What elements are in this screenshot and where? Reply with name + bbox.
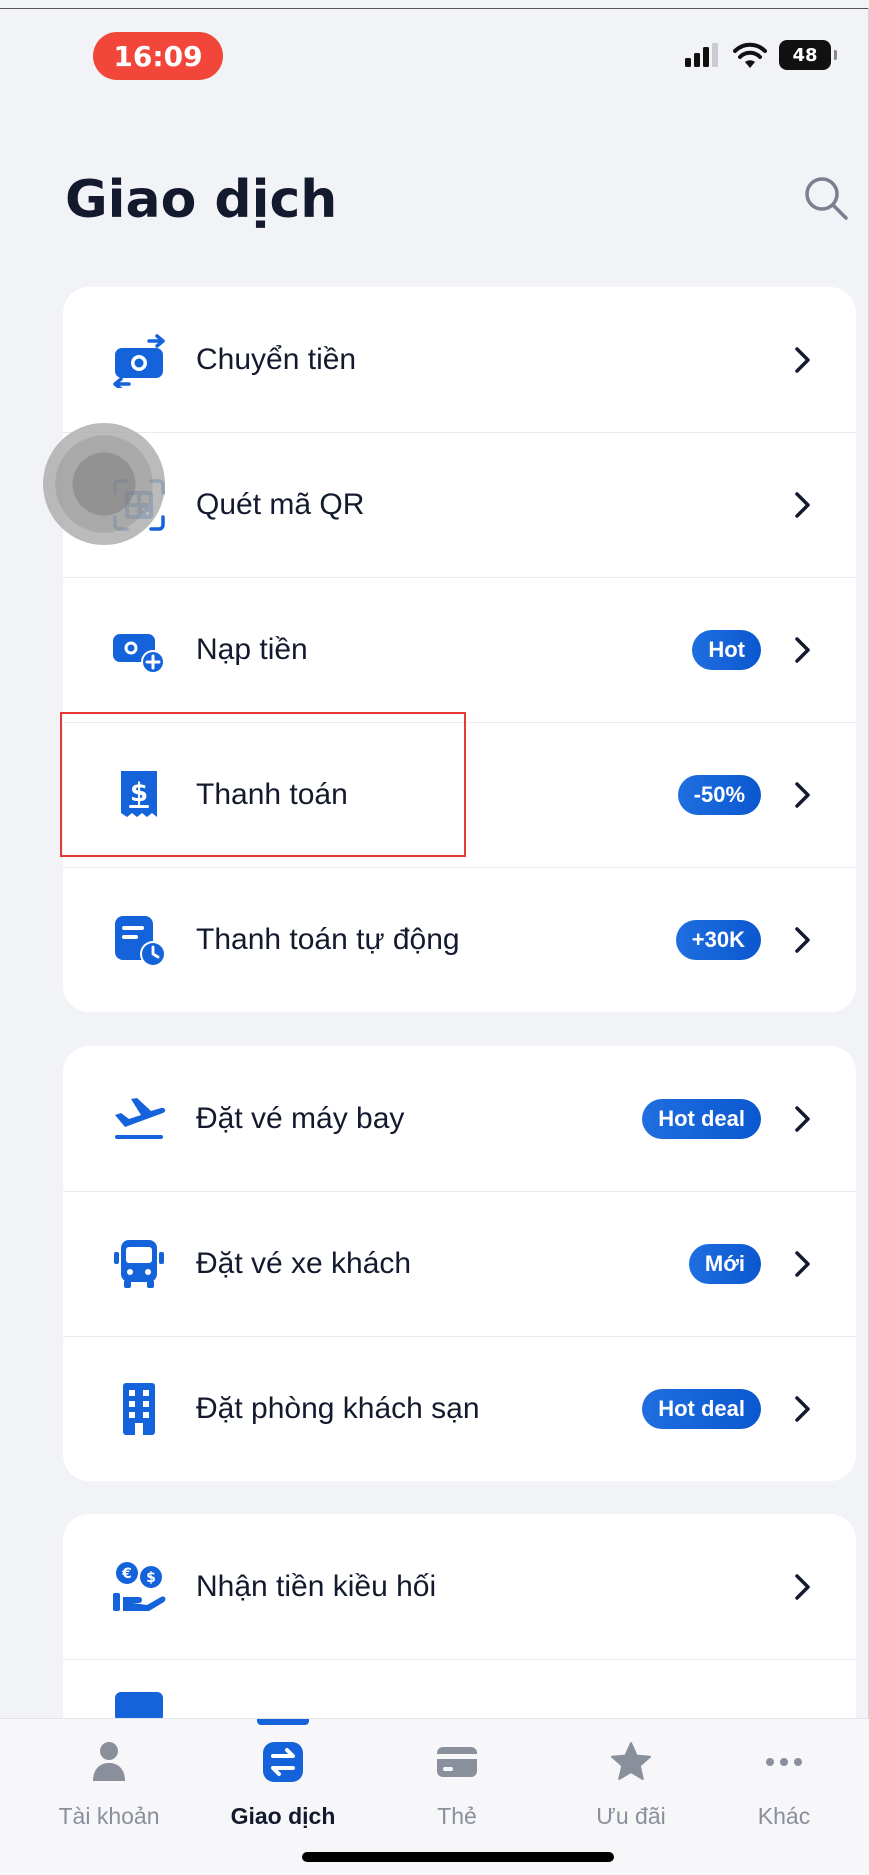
battery-icon: 48 [779,40,837,70]
bill-payment-icon: $ [121,771,157,817]
bus-icon [114,1240,164,1288]
tab-label: Tài khoản [58,1803,160,1829]
menu-item-thanh-toan-tu-dong[interactable]: Thanh toán tự động +30K [63,867,856,1012]
menu-item-label: Nhận tiền kiều hối [196,1569,437,1603]
svg-text:$: $ [130,778,148,808]
menu-item-label: Chuyển tiền [196,342,357,376]
search-icon[interactable] [800,172,852,224]
menu-item-dat-phong-khach-san[interactable]: Đặt phòng khách sạn Hot deal [63,1336,856,1481]
chevron-right-icon [795,346,810,373]
menu-item-thanh-toan[interactable]: $ Thanh toán -50% [63,722,856,867]
card-icon [437,1747,477,1777]
home-indicator [302,1852,614,1862]
menu-item-nhan-tien-kieu-hoi[interactable]: € $ Nhận tiền kiều hối [63,1514,856,1659]
tab-tai-khoan[interactable]: Tài khoản [22,1719,196,1839]
money-transfer-icon [113,333,165,388]
hot-badge: Hot [692,630,761,670]
remittance-icon: € $ [113,1561,166,1611]
menu-item-quet-ma-qr[interactable]: Quét mã QR [63,432,856,577]
chevron-right-icon [795,782,810,808]
discount-badge: -50% [677,775,761,815]
menu-item-label: Nạp tiền [196,633,308,666]
chevron-right-icon [795,637,810,663]
star-icon [611,1742,651,1780]
chevron-right-icon [795,927,810,953]
tab-giao-dich[interactable]: Giao dịch [196,1719,370,1839]
touch-indicator [43,423,165,545]
menu-item-nap-tien[interactable]: Nạp tiền Hot [63,577,856,722]
active-tab-indicator [257,1719,309,1725]
more-icon [766,1758,802,1766]
menu-item-chuyen-tien[interactable]: Chuyển tiền [63,287,856,432]
bonus-badge: +30K [675,920,761,960]
tab-label: Ưu đãi [596,1803,666,1829]
chevron-right-icon [795,1251,810,1277]
menu-item-label: Quét mã QR [196,488,365,521]
chevron-right-icon [795,1573,810,1600]
svg-text:$: $ [146,1570,156,1586]
airplane-icon [115,1097,166,1139]
hotel-icon [123,1383,155,1435]
top-up-icon [113,634,165,674]
account-icon [93,1742,125,1781]
top-border [0,8,869,9]
chevron-right-icon [795,492,810,518]
menu-item-label: Thanh toán [196,778,348,811]
menu-item-label: Đặt vé xe khách [196,1247,412,1280]
cellular-signal-icon [685,43,718,67]
page-title: Giao dịch [65,170,338,230]
menu-item-label: Đặt phòng khách sạn [196,1392,480,1425]
tab-label: Khác [757,1803,811,1829]
tab-label: Giao dịch [230,1803,336,1829]
new-badge: Mới [688,1244,761,1284]
menu-item-dat-ve-may-bay[interactable]: Đặt vé máy bay Hot deal [63,1046,856,1191]
tab-label: Thẻ [437,1803,477,1829]
auto-payment-icon [115,916,166,967]
transaction-icon [263,1742,303,1782]
tab-khac[interactable]: Khác [697,1719,869,1839]
tab-uu-dai[interactable]: Ưu đãi [544,1719,718,1839]
hot-deal-badge: Hot deal [642,1389,761,1429]
services-card-travel: Đặt vé máy bay Hot deal Đặt vé xe khách … [63,1046,856,1481]
chevron-right-icon [795,1105,810,1132]
wifi-icon [733,42,767,68]
menu-item-label: Đặt vé máy bay [196,1101,405,1135]
status-icons: 48 [685,40,837,70]
status-bar: 16:09 48 [0,20,869,84]
chevron-right-icon [795,1396,810,1422]
svg-text:€: € [121,1566,132,1582]
menu-item-dat-ve-xe-khach[interactable]: Đặt vé xe khách Mới [63,1191,856,1336]
tab-the[interactable]: Thẻ [370,1719,544,1839]
hot-deal-badge: Hot deal [642,1098,761,1139]
status-time: 16:09 [93,32,223,80]
services-card-primary: Chuyển tiền Quét mã QR Nạp tiền Hot $ Th… [63,287,856,1012]
menu-item-label: Thanh toán tự động [196,923,460,956]
